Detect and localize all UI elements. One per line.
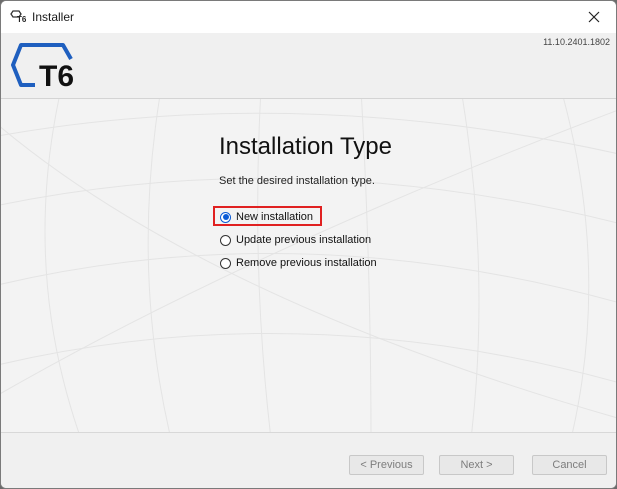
previous-button[interactable]: < Previous bbox=[349, 455, 424, 475]
radio-button[interactable] bbox=[220, 257, 231, 269]
page-heading: Installation Type bbox=[219, 133, 393, 160]
version-label: 11.10.2401.1802 bbox=[543, 37, 610, 47]
radio-button-selected[interactable] bbox=[220, 211, 231, 223]
close-icon bbox=[588, 11, 600, 23]
window-title: Installer bbox=[32, 10, 75, 24]
radio-update-installation[interactable]: Update previous installation bbox=[220, 231, 371, 249]
app-icon: T6 bbox=[10, 10, 27, 24]
installer-window: T6 Installer T6 11.10.2401.1802 Installa… bbox=[0, 0, 617, 489]
page-subtitle: Set the desired installation type. bbox=[219, 175, 375, 187]
cancel-button[interactable]: Cancel bbox=[532, 455, 607, 475]
radio-label: Remove previous installation bbox=[236, 257, 377, 269]
close-button[interactable] bbox=[572, 1, 616, 33]
header-banner: T6 11.10.2401.1802 bbox=[1, 33, 616, 99]
svg-text:T6: T6 bbox=[39, 60, 74, 91]
svg-text:T6: T6 bbox=[17, 15, 27, 24]
radio-button[interactable] bbox=[220, 234, 231, 246]
radio-label: Update previous installation bbox=[236, 234, 372, 246]
title-bar: T6 Installer bbox=[1, 1, 616, 33]
radio-remove-installation[interactable]: Remove previous installation bbox=[220, 254, 377, 272]
next-button[interactable]: Next > bbox=[439, 455, 514, 475]
button-bar: < Previous Next > Cancel bbox=[1, 432, 616, 488]
radio-label: New installation bbox=[236, 211, 314, 223]
content-area: Installation Type Set the desired instal… bbox=[1, 99, 616, 432]
radio-new-installation[interactable]: New installation bbox=[220, 208, 313, 226]
t6-logo: T6 bbox=[11, 43, 74, 91]
